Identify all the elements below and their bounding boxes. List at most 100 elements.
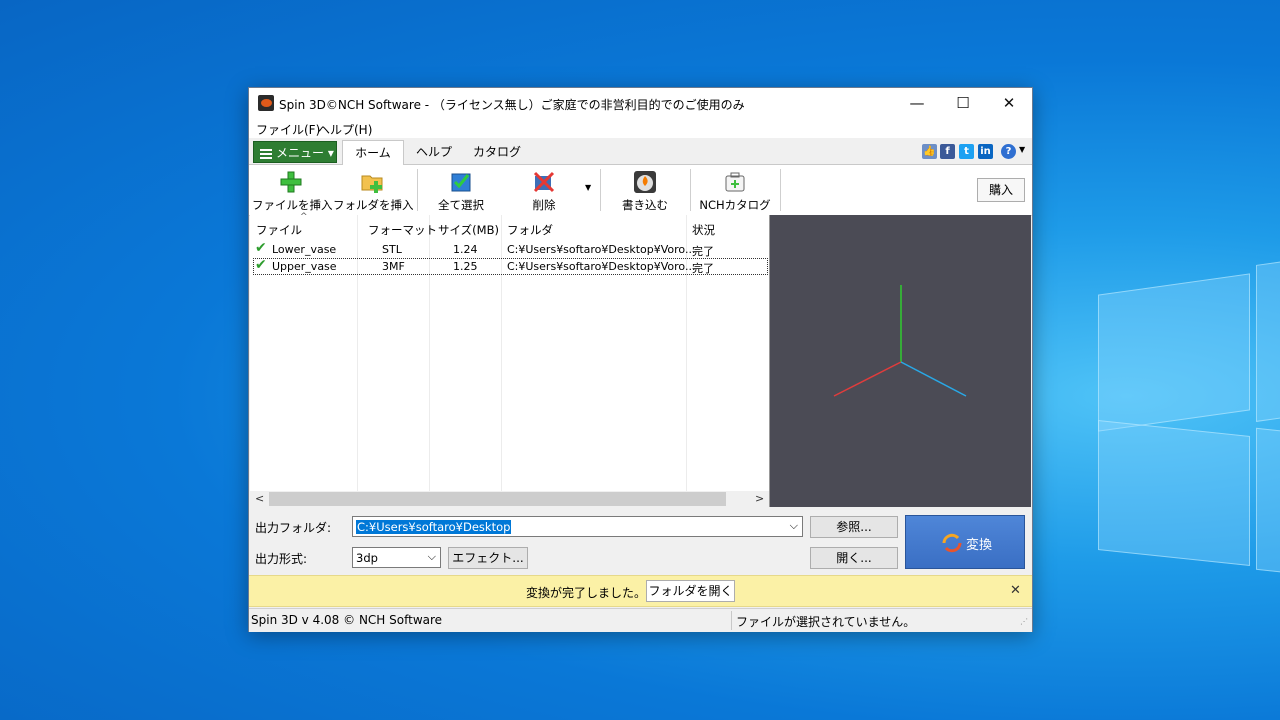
chevron-down-icon[interactable]: ⌵ <box>790 519 798 533</box>
output-format-select[interactable]: 3dp ⌵ <box>352 547 441 568</box>
main-menu-button[interactable]: メニュー ▾ <box>253 141 337 163</box>
delete-dropdown-arrow-icon[interactable]: ▼ <box>585 183 591 192</box>
insert-file-label: ファイルを挿入 <box>252 198 333 212</box>
column-divider <box>501 215 502 491</box>
toolbar: ファイルを挿入 フォルダを挿入 全て選択 削除 ▼ 書き込む NCHカタログ 購… <box>249 165 1032 216</box>
3d-preview[interactable] <box>770 215 1031 507</box>
add-folder-icon <box>361 175 383 193</box>
menu-help[interactable]: ヘルプ(H) <box>318 121 372 138</box>
open-button[interactable]: 開く... <box>810 547 898 569</box>
toolbar-separator <box>780 169 781 211</box>
tab-help[interactable]: ヘルプ <box>409 140 459 164</box>
output-folder-combo[interactable]: C:¥Users¥softaro¥Desktop ⌵ <box>352 516 803 537</box>
resize-grip-icon[interactable]: ⋰ <box>1020 617 1028 626</box>
column-divider <box>429 215 430 491</box>
add-file-icon <box>280 171 302 193</box>
version-text: Spin 3D v 4.08 © NCH Software <box>251 613 443 627</box>
menu-file[interactable]: ファイル(F) <box>256 121 320 138</box>
scrollbar-thumb[interactable] <box>269 492 726 506</box>
menu-bar: ファイル(F) ヘルプ(H) <box>249 118 1032 138</box>
output-folder-value: C:¥Users¥softaro¥Desktop <box>356 520 512 534</box>
column-header-folder[interactable]: フォルダ <box>507 222 553 238</box>
effects-button[interactable]: エフェクト... <box>448 547 528 569</box>
sort-ascending-icon: ^ <box>300 212 308 222</box>
twitter-icon[interactable]: t <box>959 144 974 159</box>
insert-folder-button[interactable]: フォルダを挿入 <box>333 165 414 215</box>
nch-catalog-button[interactable]: NCHカタログ <box>696 165 774 215</box>
ribbon-tabs: メニュー ▾ ホーム ヘルプ カタログ 👍 f t in ? ▼ <box>249 138 1032 166</box>
cell-format: 3MF <box>382 260 405 273</box>
tab-catalog[interactable]: カタログ <box>469 140 525 164</box>
window-title: Spin 3D©NCH Software - （ライセンス無し）ご家庭での非営利… <box>279 98 745 112</box>
help-dropdown-arrow-icon[interactable]: ▼ <box>1019 145 1025 154</box>
tab-home[interactable]: ホーム <box>342 140 404 166</box>
convert-label: 変換 <box>966 538 993 553</box>
desktop-logo-pane <box>1098 420 1250 566</box>
insert-file-button[interactable]: ファイルを挿入 <box>252 165 333 215</box>
column-header-size[interactable]: サイズ(MB) <box>438 222 499 238</box>
cell-status: 完了 <box>692 245 714 258</box>
desktop-logo-pane <box>1256 427 1280 575</box>
output-panel: 出力フォルダ: C:¥Users¥softaro¥Desktop ⌵ 参照...… <box>249 508 1032 574</box>
delete-label: 削除 <box>532 198 556 212</box>
maximize-button[interactable]: ☐ <box>940 88 986 118</box>
cell-folder: C:¥Users¥softaro¥Desktop¥Voro... <box>507 260 696 273</box>
output-format-value: 3dp <box>356 551 378 565</box>
insert-folder-label: フォルダを挿入 <box>333 198 414 212</box>
app-window: Spin 3D©NCH Software - （ライセンス無し）ご家庭での非営利… <box>248 87 1033 632</box>
select-all-label: 全て選択 <box>438 198 484 212</box>
notification-bar: 変換が完了しました。 フォルダを開く ✕ <box>249 575 1032 607</box>
help-icon[interactable]: ? <box>1001 144 1016 159</box>
column-header-format[interactable]: フォーマット <box>368 222 437 238</box>
close-button[interactable]: ✕ <box>986 88 1032 118</box>
select-all-icon <box>451 173 471 192</box>
scroll-right-icon[interactable]: > <box>755 491 764 507</box>
buy-button[interactable]: 購入 <box>977 178 1025 202</box>
axis-gizmo-icon <box>833 285 967 397</box>
column-header-status[interactable]: 状況 <box>692 222 715 238</box>
selection-status-text: ファイルが選択されていません。 <box>736 615 916 629</box>
burn-button[interactable]: 書き込む <box>607 165 683 215</box>
check-icon: ✔ <box>255 257 267 273</box>
check-icon: ✔ <box>255 240 267 256</box>
cell-status: 完了 <box>692 262 714 275</box>
nch-catalog-label: NCHカタログ <box>699 198 771 212</box>
open-folder-button[interactable]: フォルダを開く <box>646 580 735 602</box>
column-divider <box>686 215 687 491</box>
desktop-logo-pane <box>1098 273 1250 432</box>
cell-file: Lower_vase <box>272 243 337 256</box>
notification-close-icon[interactable]: ✕ <box>1010 583 1021 598</box>
notification-message: 変換が完了しました。 <box>526 586 647 600</box>
desktop-logo-pane <box>1256 259 1280 422</box>
file-list[interactable]: ^ ファイル フォーマット サイズ(MB) フォルダ 状況 ✔ Lower_va… <box>250 212 770 507</box>
horizontal-scrollbar[interactable]: < > <box>250 491 769 507</box>
main-menu-label: メニュー ▾ <box>276 146 334 160</box>
linkedin-icon[interactable]: in <box>978 144 993 159</box>
cell-size: 1.24 <box>453 243 478 256</box>
scroll-left-icon[interactable]: < <box>255 491 264 507</box>
minimize-button[interactable]: — <box>894 88 940 118</box>
delete-icon <box>533 171 555 193</box>
toolbar-separator <box>600 169 601 211</box>
chevron-down-icon[interactable]: ⌵ <box>428 550 436 564</box>
status-bar: Spin 3D v 4.08 © NCH Software ファイルが選択されて… <box>249 608 1032 632</box>
select-all-button[interactable]: 全て選択 <box>423 165 499 215</box>
column-divider <box>357 215 358 491</box>
toolbar-separator <box>417 169 418 211</box>
catalog-icon <box>725 172 745 192</box>
convert-button[interactable]: 変換 <box>905 515 1025 569</box>
delete-button[interactable]: 削除 <box>507 165 581 215</box>
facebook-icon[interactable]: f <box>940 144 955 159</box>
app-icon <box>258 95 274 111</box>
cell-folder: C:¥Users¥softaro¥Desktop¥Voro... <box>507 243 696 256</box>
output-format-label: 出力形式: <box>255 552 308 566</box>
hamburger-icon <box>260 147 272 161</box>
status-divider <box>731 611 732 630</box>
title-bar: Spin 3D©NCH Software - （ライセンス無し）ご家庭での非営利… <box>249 88 1032 118</box>
like-icon[interactable]: 👍 <box>922 144 937 159</box>
toolbar-separator <box>690 169 691 211</box>
browse-button[interactable]: 参照... <box>810 516 898 538</box>
column-header-file[interactable]: ファイル <box>256 222 302 238</box>
burn-disc-icon <box>634 171 656 193</box>
convert-icon <box>942 533 962 553</box>
